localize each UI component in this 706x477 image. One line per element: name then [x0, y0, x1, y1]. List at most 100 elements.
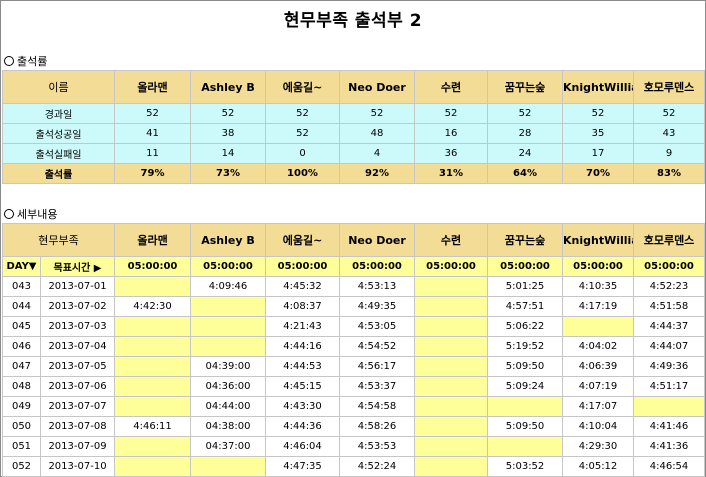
time-cell[interactable] — [414, 276, 489, 297]
name-header-cell[interactable]: 에움길~ — [265, 223, 341, 257]
time-cell[interactable]: 4:46:11 — [114, 416, 192, 437]
time-cell[interactable]: 4:49:35 — [339, 296, 416, 317]
time-cell[interactable]: 5:01:25 — [487, 276, 564, 297]
summary-cell[interactable]: 64% — [487, 163, 563, 184]
name-header-cell[interactable]: Neo Doer — [339, 223, 416, 257]
date-cell[interactable]: 2013-07-02 — [39, 296, 116, 317]
time-cell[interactable]: 4:06:39 — [562, 356, 635, 377]
goal-time-cell[interactable]: 05:00:00 — [265, 256, 341, 277]
name-header-cell[interactable]: 호모루덴스 — [633, 70, 705, 104]
summary-cell[interactable]: 17 — [562, 143, 634, 164]
summary-cell[interactable]: 4 — [339, 143, 415, 164]
date-cell[interactable]: 2013-07-05 — [39, 356, 116, 377]
time-cell[interactable]: 04:39:00 — [190, 356, 267, 377]
name-header-cell[interactable]: 꿈꾸는숲 — [487, 70, 563, 104]
summary-cell[interactable]: 73% — [190, 163, 266, 184]
time-cell[interactable]: 4:53:05 — [339, 316, 416, 337]
name-header-cell[interactable]: 수련 — [414, 223, 489, 257]
name-header-cell[interactable]: KnightWillia — [562, 223, 635, 257]
time-cell[interactable]: 4:17:07 — [562, 396, 635, 417]
summary-cell[interactable]: 79% — [114, 163, 191, 184]
time-cell[interactable]: 4:44:07 — [633, 336, 706, 357]
day-cell[interactable]: 050 — [2, 416, 41, 437]
summary-cell[interactable]: 52 — [114, 103, 191, 124]
time-cell[interactable]: 5:06:22 — [487, 316, 564, 337]
summary-row-label[interactable]: 출석성공일 — [2, 123, 115, 144]
time-cell[interactable]: 4:56:17 — [339, 356, 416, 377]
date-cell[interactable]: 2013-07-03 — [39, 316, 116, 337]
time-cell[interactable]: 4:53:37 — [339, 376, 416, 397]
time-cell[interactable]: 4:42:30 — [114, 296, 192, 317]
time-cell[interactable] — [414, 376, 489, 397]
time-cell[interactable]: 4:53:53 — [339, 436, 416, 457]
time-cell[interactable]: 4:44:16 — [265, 336, 341, 357]
time-cell[interactable]: 4:17:19 — [562, 296, 635, 317]
summary-cell[interactable]: 52 — [339, 103, 415, 124]
time-cell[interactable] — [114, 396, 192, 417]
time-cell[interactable]: 4:29:30 — [562, 436, 635, 457]
summary-cell[interactable]: 14 — [190, 143, 266, 164]
time-cell[interactable]: 4:45:15 — [265, 376, 341, 397]
time-cell[interactable]: 4:54:52 — [339, 336, 416, 357]
goal-time-cell[interactable]: 05:00:00 — [190, 256, 267, 277]
summary-cell[interactable]: 52 — [633, 103, 705, 124]
goal-time-cell[interactable]: 05:00:00 — [562, 256, 635, 277]
time-cell[interactable]: 4:45:32 — [265, 276, 341, 297]
summary-cell[interactable]: 70% — [562, 163, 634, 184]
goal-label-cell[interactable]: 목표시간 ▶ — [39, 256, 116, 277]
time-cell[interactable]: 4:05:12 — [562, 456, 635, 477]
time-cell[interactable]: 04:38:00 — [190, 416, 267, 437]
time-cell[interactable] — [414, 356, 489, 377]
summary-cell[interactable]: 31% — [414, 163, 488, 184]
time-cell[interactable]: 04:37:00 — [190, 436, 267, 457]
name-header-cell[interactable]: 올라맨 — [114, 70, 191, 104]
day-cell[interactable]: 044 — [2, 296, 41, 317]
time-cell[interactable]: 5:19:52 — [487, 336, 564, 357]
name-header-cell[interactable]: 올라맨 — [114, 223, 192, 257]
time-cell[interactable] — [487, 396, 564, 417]
time-cell[interactable]: 4:43:30 — [265, 396, 341, 417]
detail-header-cell[interactable]: 현무부족 — [1, 223, 116, 257]
date-cell[interactable]: 2013-07-09 — [39, 436, 116, 457]
date-cell[interactable]: 2013-07-07 — [39, 396, 116, 417]
time-cell[interactable] — [190, 296, 267, 317]
summary-cell[interactable]: 11 — [114, 143, 191, 164]
time-cell[interactable]: 4:41:36 — [633, 436, 706, 457]
goal-time-cell[interactable]: 05:00:00 — [487, 256, 564, 277]
day-cell[interactable]: 049 — [2, 396, 41, 417]
summary-cell[interactable]: 41 — [114, 123, 191, 144]
day-cell[interactable]: 045 — [2, 316, 41, 337]
summary-cell[interactable]: 52 — [190, 103, 266, 124]
summary-cell[interactable]: 52 — [265, 123, 340, 144]
summary-cell[interactable]: 83% — [633, 163, 705, 184]
summary-header-cell[interactable]: 이름 — [2, 70, 115, 104]
day-cell[interactable]: 052 — [2, 456, 41, 477]
time-cell[interactable]: 4:46:04 — [265, 436, 341, 457]
goal-time-cell[interactable]: 05:00:00 — [414, 256, 489, 277]
name-header-cell[interactable]: Neo Doer — [339, 70, 415, 104]
time-cell[interactable] — [414, 316, 489, 337]
time-cell[interactable] — [487, 436, 564, 457]
day-cell[interactable]: 043 — [2, 276, 41, 297]
day-cell[interactable]: 046 — [2, 336, 41, 357]
time-cell[interactable] — [190, 456, 267, 477]
summary-row-label[interactable]: 출석률 — [2, 163, 115, 184]
time-cell[interactable]: 4:46:54 — [633, 456, 706, 477]
summary-cell[interactable]: 92% — [339, 163, 415, 184]
day-cell[interactable]: 051 — [2, 436, 41, 457]
time-cell[interactable] — [114, 276, 192, 297]
time-cell[interactable]: 4:41:46 — [633, 416, 706, 437]
summary-cell[interactable]: 38 — [190, 123, 266, 144]
summary-cell[interactable]: 48 — [339, 123, 415, 144]
time-cell[interactable] — [414, 416, 489, 437]
time-cell[interactable]: 4:47:35 — [265, 456, 341, 477]
name-header-cell[interactable]: 호모루덴스 — [633, 223, 706, 257]
time-cell[interactable]: 4:57:51 — [487, 296, 564, 317]
time-cell[interactable]: 5:03:52 — [487, 456, 564, 477]
time-cell[interactable]: 5:09:24 — [487, 376, 564, 397]
time-cell[interactable] — [562, 316, 635, 337]
summary-cell[interactable]: 16 — [414, 123, 488, 144]
date-cell[interactable]: 2013-07-06 — [39, 376, 116, 397]
time-cell[interactable] — [414, 396, 489, 417]
summary-cell[interactable]: 52 — [414, 103, 488, 124]
